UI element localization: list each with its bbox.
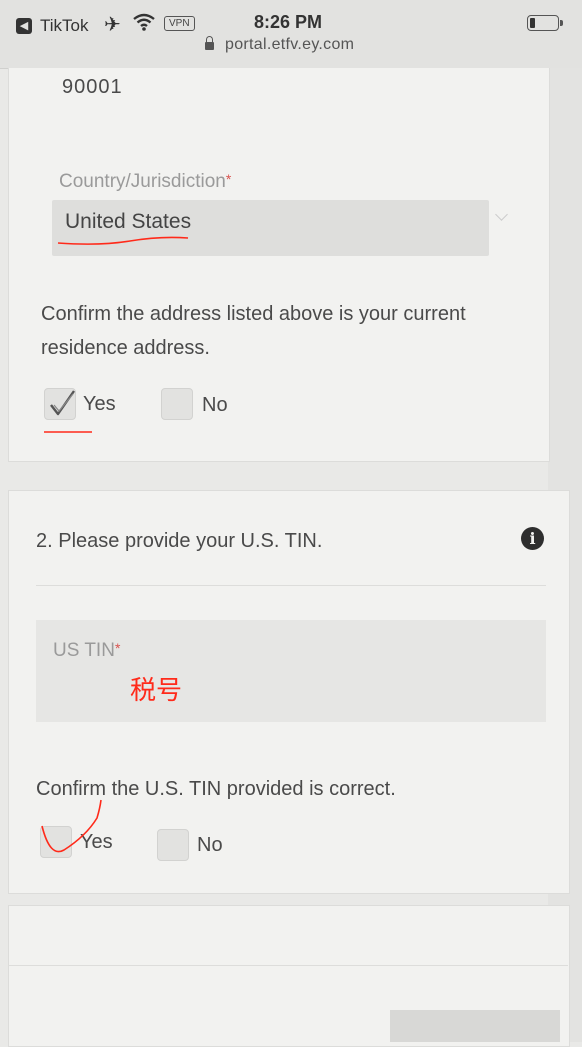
tin-section-title: 2. Please provide your U.S. TIN. <box>36 530 323 552</box>
section-divider <box>8 965 568 966</box>
checkmark-icon <box>50 390 75 416</box>
address-no-label[interactable]: No <box>202 394 228 417</box>
section-divider <box>36 585 546 586</box>
status-time: 8:26 PM <box>254 12 323 32</box>
us-tin-label: US TIN* <box>53 640 120 662</box>
lock-icon <box>205 36 214 50</box>
handwritten-annotation: 税号 <box>130 675 183 705</box>
tin-confirm-question: Confirm the U.S. TIN provided is correct… <box>36 778 396 800</box>
country-select[interactable]: United States <box>52 200 489 256</box>
battery-level <box>530 18 535 28</box>
info-icon[interactable]: i <box>521 527 544 550</box>
back-to-app-label[interactable]: TikTok <box>40 16 89 36</box>
status-bar: ◀ TikTok ✈ VPN 8:26 PM portal.etfv.ey.co… <box>0 0 582 69</box>
airplane-mode-icon: ✈ <box>104 14 121 36</box>
tin-no-checkbox[interactable] <box>157 829 189 861</box>
us-tin-input[interactable] <box>36 620 546 722</box>
battery-icon <box>527 15 563 31</box>
tin-no-label[interactable]: No <box>197 834 223 857</box>
address-confirm-question: Confirm the address listed above is your… <box>41 303 466 359</box>
wifi-icon <box>133 13 155 31</box>
tin-yes-label[interactable]: Yes <box>80 831 113 854</box>
zip-code-value: 90001 <box>62 76 123 98</box>
url-bar[interactable]: portal.etfv.ey.com <box>225 36 354 54</box>
vpn-badge: VPN <box>164 16 195 31</box>
address-yes-label[interactable]: Yes <box>83 393 116 416</box>
required-mark: * <box>225 171 232 187</box>
address-yes-checkbox[interactable] <box>44 388 76 420</box>
country-label-text: Country/Jurisdiction <box>59 171 226 192</box>
tin-yes-checkbox[interactable] <box>40 826 72 858</box>
country-select-value: United States <box>65 210 192 233</box>
bottom-toolbar <box>390 1010 560 1042</box>
required-mark: * <box>114 640 121 656</box>
country-label: Country/Jurisdiction* <box>59 171 231 193</box>
back-arrow-icon[interactable]: ◀ <box>16 18 32 34</box>
address-no-checkbox[interactable] <box>161 388 193 420</box>
us-tin-label-text: US TIN <box>53 640 115 661</box>
